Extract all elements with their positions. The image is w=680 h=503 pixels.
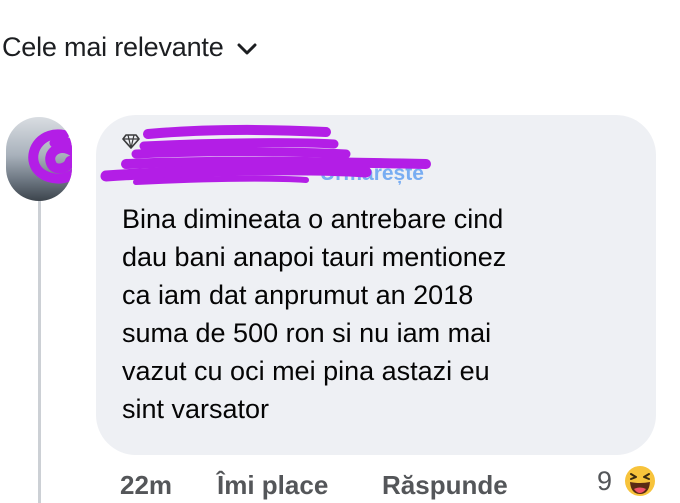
sort-label: Cele mai relevante [2, 32, 224, 62]
thread-line [38, 200, 41, 503]
like-button[interactable]: Îmi place [217, 470, 328, 501]
redaction-scribble-avatar [28, 129, 72, 184]
avatar[interactable] [6, 117, 72, 201]
chevron-down-icon [237, 43, 257, 54]
comment-text: Bina dimineata o antrebare cind dau bani… [122, 204, 507, 424]
reply-button[interactable]: Răspunde [382, 470, 508, 501]
comment-screenshot: Cele mai relevante Urmărește Bina dimine… [0, 0, 680, 503]
haha-emoji-icon[interactable] [622, 463, 658, 499]
comment-timestamp[interactable]: 22m [120, 470, 172, 501]
redaction-scribble-name [100, 125, 431, 185]
reaction-count[interactable]: 9 [597, 466, 612, 497]
sort-dropdown[interactable]: Cele mai relevante [2, 32, 258, 63]
